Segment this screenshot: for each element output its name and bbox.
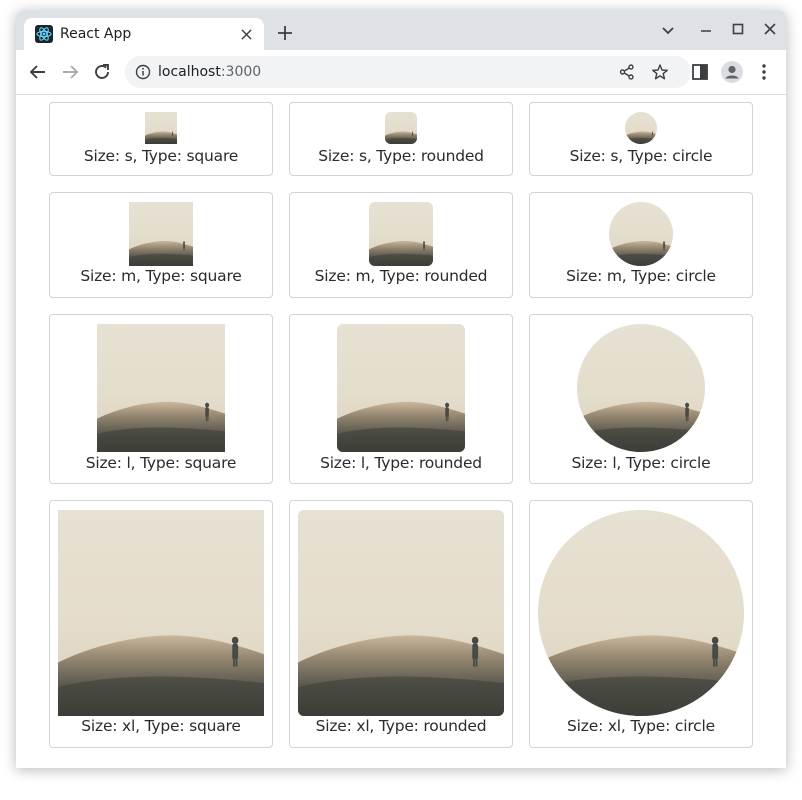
url-port: :3000 (220, 64, 262, 80)
avatar-card-l-square: Size: l, Type: square (49, 314, 273, 484)
avatar-caption: Size: s, Type: rounded (318, 147, 484, 165)
avatar-image (58, 510, 264, 716)
avatar-card-xl-rounded: Size: xl, Type: rounded (289, 500, 513, 748)
avatar-card-l-rounded: Size: l, Type: rounded (289, 314, 513, 484)
avatar-image (337, 324, 465, 452)
avatar-card-m-circle: Size: m, Type: circle (529, 192, 753, 298)
avatar-card-m-square: Size: m, Type: square (49, 192, 273, 298)
close-icon[interactable] (236, 24, 256, 44)
avatar-card-s-square: Size: s, Type: square (49, 102, 273, 176)
avatar-caption: Size: m, Type: square (80, 267, 242, 285)
avatar-caption: Size: l, Type: circle (571, 454, 711, 472)
chevron-down-icon[interactable] (658, 20, 678, 40)
avatar-caption: Size: xl, Type: square (81, 717, 241, 735)
avatar-image (538, 510, 744, 716)
avatar-caption: Size: s, Type: square (83, 147, 239, 165)
avatar-card-s-rounded: Size: s, Type: rounded (289, 102, 513, 176)
side-panel-icon[interactable] (688, 60, 712, 84)
avatar-card-s-circle: Size: s, Type: circle (529, 102, 753, 176)
url-text[interactable]: localhost:3000 (158, 64, 261, 80)
tab-react-app[interactable]: React App (24, 18, 264, 50)
close-icon[interactable] (760, 20, 780, 40)
avatar-card-l-circle: Size: l, Type: circle (529, 314, 753, 484)
url-host: localhost (158, 64, 221, 80)
avatar-card-m-rounded: Size: m, Type: rounded (289, 192, 513, 298)
toolbar: localhost:3000 (16, 50, 786, 95)
page-content: Size: s, Type: square Size: s, Type: roun… (16, 95, 786, 768)
avatar-card-xl-square: Size: xl, Type: square (49, 500, 273, 748)
react-logo-icon (35, 25, 53, 43)
avatar-image (145, 112, 177, 144)
avatar-caption: Size: l, Type: rounded (320, 454, 482, 472)
reload-icon[interactable] (90, 60, 114, 84)
avatar-card-xl-circle: Size: xl, Type: circle (529, 500, 753, 748)
avatar-image (369, 202, 433, 266)
kebab-menu-icon[interactable] (752, 60, 776, 84)
avatar-caption: Size: m, Type: circle (566, 267, 716, 285)
arrow-right-icon[interactable] (58, 60, 82, 84)
maximize-icon[interactable] (728, 20, 748, 40)
profile-icon[interactable] (720, 60, 744, 84)
avatar-image (385, 112, 417, 144)
avatar-image (298, 510, 504, 716)
avatar-image (97, 324, 225, 452)
star-icon[interactable] (651, 63, 669, 81)
avatar-image (609, 202, 673, 266)
avatar-caption: Size: s, Type: circle (569, 147, 713, 165)
avatar-image (577, 324, 705, 452)
arrow-left-icon[interactable] (26, 60, 50, 84)
plus-icon[interactable] (275, 23, 295, 43)
tab-bar: React App (16, 10, 786, 50)
avatar-caption: Size: xl, Type: rounded (315, 717, 487, 735)
avatar-caption: Size: l, Type: square (85, 454, 237, 472)
avatar-caption: Size: xl, Type: circle (567, 717, 715, 735)
browser-window: React App localhost:3000 Size: s, Type: … (16, 10, 786, 768)
address-bar[interactable]: localhost:3000 (125, 56, 691, 88)
tab-title: React App (60, 26, 132, 42)
info-icon[interactable] (135, 64, 151, 80)
avatar-caption: Size: m, Type: rounded (314, 267, 488, 285)
avatar-image (625, 112, 657, 144)
share-icon[interactable] (618, 63, 636, 81)
avatar-image (129, 202, 193, 266)
minimize-icon[interactable] (696, 20, 716, 40)
